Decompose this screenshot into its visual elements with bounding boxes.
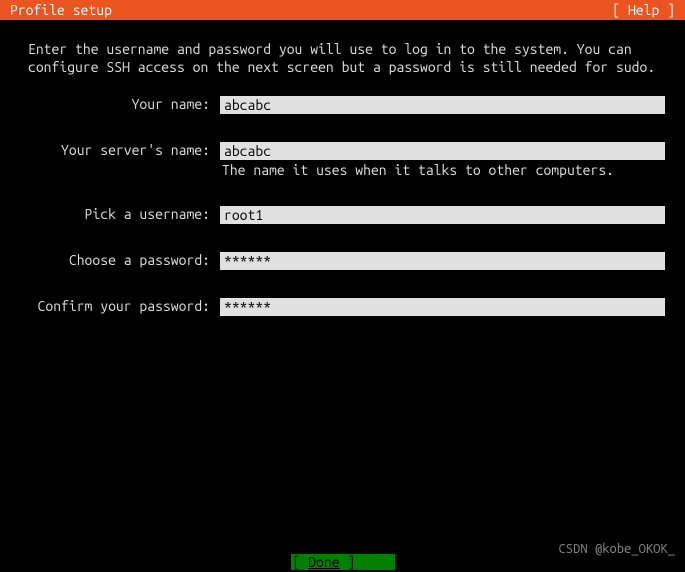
server-name-input[interactable]: abcabc (220, 142, 665, 160)
confirm-password-field-wrapper: ****** (220, 298, 665, 316)
header-bar: Profile setup [ Help ] (0, 0, 685, 20)
form-row-server-name: Your server's name: abcabc The name it u… (20, 142, 665, 178)
main-content: Enter the username and password you will… (0, 20, 685, 364)
password-label: Choose a password: (20, 252, 220, 268)
description-text: Enter the username and password you will… (20, 40, 665, 76)
page-title: Profile setup (6, 2, 112, 18)
form-row-name: Your name: abcabc (20, 96, 665, 114)
password-input[interactable]: ****** (220, 252, 665, 270)
confirm-password-label: Confirm your password: (20, 298, 220, 314)
footer: [ Done ] CSDN @kobe_OKOK_ (0, 546, 685, 572)
form-row-username: Pick a username: root1 (20, 206, 665, 224)
server-name-field-wrapper: abcabc The name it uses when it talks to… (220, 142, 665, 178)
watermark: CSDN @kobe_OKOK_ (559, 542, 675, 556)
name-field-wrapper: abcabc (220, 96, 665, 114)
name-label: Your name: (20, 96, 220, 112)
username-input[interactable]: root1 (220, 206, 665, 224)
confirm-password-input[interactable]: ****** (220, 298, 665, 316)
form-row-password: Choose a password: ****** (20, 252, 665, 270)
name-input[interactable]: abcabc (220, 96, 665, 114)
password-field-wrapper: ****** (220, 252, 665, 270)
done-prefix: [ (293, 554, 309, 570)
server-name-hint: The name it uses when it talks to other … (220, 162, 665, 178)
help-button[interactable]: [ Help ] (612, 2, 679, 18)
server-name-label: Your server's name: (20, 142, 220, 158)
username-field-wrapper: root1 (220, 206, 665, 224)
done-suffix: ] (340, 554, 356, 570)
done-button[interactable]: [ Done ] (291, 554, 395, 570)
username-label: Pick a username: (20, 206, 220, 222)
done-label: Done (308, 554, 339, 570)
form-row-confirm-password: Confirm your password: ****** (20, 298, 665, 316)
